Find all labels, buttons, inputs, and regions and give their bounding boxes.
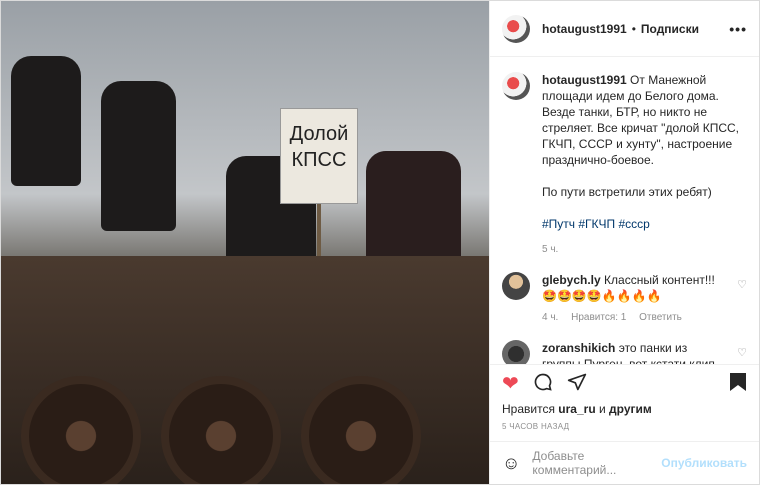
likes-conj: и — [599, 402, 606, 416]
add-comment-bar: ☺ Добавьте комментарий... Опубликовать — [490, 441, 759, 484]
sign-pole — [317, 201, 321, 261]
instagram-post-frame: Долой КПСС hotaugust1991 • Подписки ••• … — [0, 0, 760, 485]
publish-button[interactable]: Опубликовать — [661, 456, 747, 470]
comment-like-icon[interactable]: ♡ — [737, 346, 747, 359]
caption-text-2: По пути встретили этих ребят) — [542, 185, 712, 199]
comment-username[interactable]: glebych.ly — [542, 273, 601, 287]
bookmark-icon[interactable] — [729, 372, 747, 396]
header-separator: • — [631, 21, 636, 36]
avatar[interactable] — [502, 14, 530, 43]
caption-time: 5 ч. — [542, 244, 559, 255]
avatar[interactable] — [502, 340, 530, 364]
more-options-icon[interactable]: ••• — [729, 21, 747, 37]
action-bar: ❤ — [490, 364, 759, 402]
comment-item: zoranshikich это панки из группы Пурген,… — [502, 340, 747, 364]
likes-others[interactable]: другим — [609, 402, 652, 416]
tank-wheel — [21, 376, 141, 484]
tank-wheel — [161, 376, 281, 484]
caption-text: От Манежной площади идем до Белого дома.… — [542, 73, 739, 167]
reply-button[interactable]: Ответить — [639, 312, 682, 323]
post-header: hotaugust1991 • Подписки ••• — [490, 1, 759, 57]
post-sidebar: hotaugust1991 • Подписки ••• hotaugust19… — [489, 1, 759, 484]
likes-summary[interactable]: Нравится ura_ru и другим — [502, 402, 652, 416]
protest-sign: Долой КПСС — [280, 108, 358, 204]
comments-section[interactable]: hotaugust1991 От Манежной площади идем д… — [490, 58, 759, 364]
caption: hotaugust1991 От Манежной площади идем д… — [502, 72, 747, 258]
follow-button[interactable]: Подписки — [641, 22, 699, 36]
comment-username[interactable]: zoranshikich — [542, 341, 615, 355]
caption-hashtags[interactable]: #Путч #ГКЧП #ссср — [542, 217, 650, 231]
comment-time: 4 ч. — [542, 312, 559, 323]
tank — [1, 256, 489, 484]
photo-figure — [11, 56, 81, 186]
comment-icon[interactable] — [533, 372, 553, 396]
avatar[interactable] — [502, 72, 530, 100]
caption-username[interactable]: hotaugust1991 — [542, 73, 627, 87]
comment-item: glebych.ly Классный контент!!! 🤩🤩🤩🤩🔥🔥🔥🔥 … — [502, 272, 747, 326]
avatar[interactable] — [502, 272, 530, 300]
post-photo[interactable]: Долой КПСС — [1, 1, 489, 484]
likes-user[interactable]: ura_ru — [558, 402, 595, 416]
comment-input[interactable]: Добавьте комментарий... — [532, 449, 661, 477]
comment-like-icon[interactable]: ♡ — [737, 278, 747, 291]
likes-prefix: Нравится — [502, 402, 555, 416]
header-username[interactable]: hotaugust1991 — [542, 22, 627, 36]
post-time: 5 ЧАСОВ НАЗАД — [502, 422, 570, 431]
comment-likes[interactable]: Нравится: 1 — [571, 312, 626, 323]
share-icon[interactable] — [567, 372, 587, 396]
heart-icon[interactable]: ❤ — [502, 374, 519, 394]
tank-wheel — [301, 376, 421, 484]
photo-figure — [101, 81, 176, 231]
emoji-icon[interactable]: ☺ — [502, 453, 520, 474]
